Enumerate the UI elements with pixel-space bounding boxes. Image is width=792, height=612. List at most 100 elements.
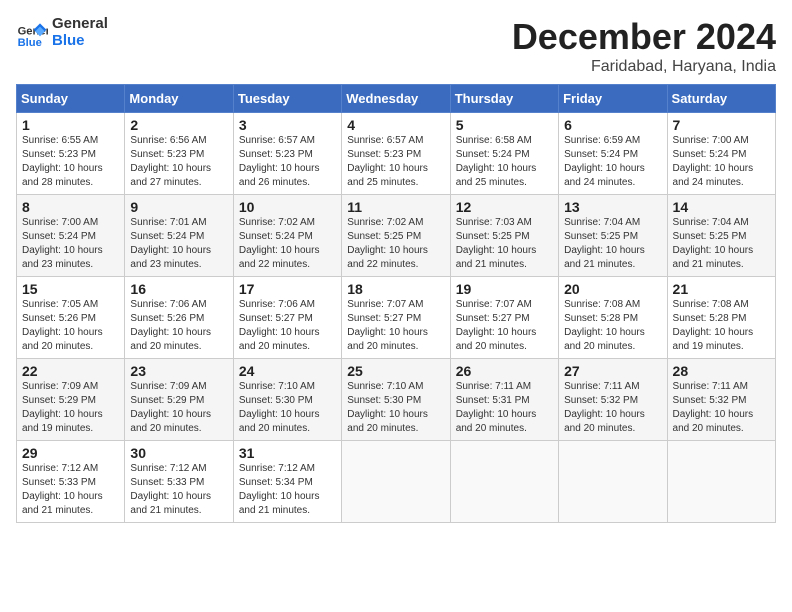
day-number: 29 [22,445,119,461]
day-number: 19 [456,281,553,297]
logo: General Blue General Blue [16,16,108,49]
table-row: 5 Sunrise: 6:58 AM Sunset: 5:24 PM Dayli… [450,113,558,195]
table-row: 24 Sunrise: 7:10 AM Sunset: 5:30 PM Dayl… [233,359,341,441]
table-row: 6 Sunrise: 6:59 AM Sunset: 5:24 PM Dayli… [559,113,667,195]
table-row: 12 Sunrise: 7:03 AM Sunset: 5:25 PM Dayl… [450,195,558,277]
day-number: 20 [564,281,661,297]
table-row [667,441,775,523]
day-info: Sunrise: 7:11 AM Sunset: 5:32 PM Dayligh… [564,380,661,436]
day-info: Sunrise: 7:12 AM Sunset: 5:33 PM Dayligh… [130,462,227,518]
table-row: 19 Sunrise: 7:07 AM Sunset: 5:27 PM Dayl… [450,277,558,359]
day-info: Sunrise: 6:57 AM Sunset: 5:23 PM Dayligh… [239,134,336,190]
day-info: Sunrise: 7:07 AM Sunset: 5:27 PM Dayligh… [347,298,444,354]
header-sunday: Sunday [17,85,125,113]
header-thursday: Thursday [450,85,558,113]
table-row: 30 Sunrise: 7:12 AM Sunset: 5:33 PM Dayl… [125,441,233,523]
day-number: 11 [347,199,444,215]
day-info: Sunrise: 7:10 AM Sunset: 5:30 PM Dayligh… [239,380,336,436]
svg-text:Blue: Blue [18,36,42,48]
table-row [450,441,558,523]
table-row: 29 Sunrise: 7:12 AM Sunset: 5:33 PM Dayl… [17,441,125,523]
day-info: Sunrise: 7:02 AM Sunset: 5:24 PM Dayligh… [239,216,336,272]
day-info: Sunrise: 6:58 AM Sunset: 5:24 PM Dayligh… [456,134,553,190]
table-row: 22 Sunrise: 7:09 AM Sunset: 5:29 PM Dayl… [17,359,125,441]
table-row: 2 Sunrise: 6:56 AM Sunset: 5:23 PM Dayli… [125,113,233,195]
table-row: 7 Sunrise: 7:00 AM Sunset: 5:24 PM Dayli… [667,113,775,195]
day-info: Sunrise: 7:07 AM Sunset: 5:27 PM Dayligh… [456,298,553,354]
day-number: 6 [564,117,661,133]
day-number: 27 [564,363,661,379]
day-number: 12 [456,199,553,215]
day-number: 15 [22,281,119,297]
day-number: 26 [456,363,553,379]
day-info: Sunrise: 6:56 AM Sunset: 5:23 PM Dayligh… [130,134,227,190]
table-row: 18 Sunrise: 7:07 AM Sunset: 5:27 PM Dayl… [342,277,450,359]
header-tuesday: Tuesday [233,85,341,113]
calendar-table: Sunday Monday Tuesday Wednesday Thursday… [16,84,776,523]
day-info: Sunrise: 6:55 AM Sunset: 5:23 PM Dayligh… [22,134,119,190]
table-row: 3 Sunrise: 6:57 AM Sunset: 5:23 PM Dayli… [233,113,341,195]
day-number: 9 [130,199,227,215]
calendar-row: 1 Sunrise: 6:55 AM Sunset: 5:23 PM Dayli… [17,113,776,195]
day-number: 30 [130,445,227,461]
table-row: 10 Sunrise: 7:02 AM Sunset: 5:24 PM Dayl… [233,195,341,277]
calendar-row: 15 Sunrise: 7:05 AM Sunset: 5:26 PM Dayl… [17,277,776,359]
day-number: 7 [673,117,770,133]
table-row [342,441,450,523]
day-info: Sunrise: 7:04 AM Sunset: 5:25 PM Dayligh… [673,216,770,272]
day-number: 3 [239,117,336,133]
day-number: 22 [22,363,119,379]
header: General Blue General Blue December 2024 … [16,16,776,76]
day-number: 10 [239,199,336,215]
day-info: Sunrise: 7:00 AM Sunset: 5:24 PM Dayligh… [673,134,770,190]
location-title: Faridabad, Haryana, India [512,58,776,76]
day-info: Sunrise: 7:12 AM Sunset: 5:34 PM Dayligh… [239,462,336,518]
header-wednesday: Wednesday [342,85,450,113]
day-number: 13 [564,199,661,215]
day-number: 5 [456,117,553,133]
day-number: 4 [347,117,444,133]
day-number: 24 [239,363,336,379]
day-info: Sunrise: 7:12 AM Sunset: 5:33 PM Dayligh… [22,462,119,518]
day-number: 21 [673,281,770,297]
table-row: 1 Sunrise: 6:55 AM Sunset: 5:23 PM Dayli… [17,113,125,195]
table-row: 27 Sunrise: 7:11 AM Sunset: 5:32 PM Dayl… [559,359,667,441]
calendar-row: 8 Sunrise: 7:00 AM Sunset: 5:24 PM Dayli… [17,195,776,277]
table-row: 11 Sunrise: 7:02 AM Sunset: 5:25 PM Dayl… [342,195,450,277]
header-monday: Monday [125,85,233,113]
table-row: 8 Sunrise: 7:00 AM Sunset: 5:24 PM Dayli… [17,195,125,277]
calendar-row: 29 Sunrise: 7:12 AM Sunset: 5:33 PM Dayl… [17,441,776,523]
day-info: Sunrise: 7:04 AM Sunset: 5:25 PM Dayligh… [564,216,661,272]
table-row: 26 Sunrise: 7:11 AM Sunset: 5:31 PM Dayl… [450,359,558,441]
month-title: December 2024 [512,16,776,58]
day-number: 25 [347,363,444,379]
day-info: Sunrise: 7:02 AM Sunset: 5:25 PM Dayligh… [347,216,444,272]
day-number: 28 [673,363,770,379]
day-number: 16 [130,281,227,297]
day-info: Sunrise: 7:00 AM Sunset: 5:24 PM Dayligh… [22,216,119,272]
day-number: 31 [239,445,336,461]
day-number: 2 [130,117,227,133]
table-row: 21 Sunrise: 7:08 AM Sunset: 5:28 PM Dayl… [667,277,775,359]
day-number: 8 [22,199,119,215]
day-info: Sunrise: 7:06 AM Sunset: 5:26 PM Dayligh… [130,298,227,354]
table-row: 31 Sunrise: 7:12 AM Sunset: 5:34 PM Dayl… [233,441,341,523]
day-info: Sunrise: 7:08 AM Sunset: 5:28 PM Dayligh… [673,298,770,354]
header-friday: Friday [559,85,667,113]
day-number: 17 [239,281,336,297]
title-block: December 2024 Faridabad, Haryana, India [512,16,776,76]
day-info: Sunrise: 7:11 AM Sunset: 5:31 PM Dayligh… [456,380,553,436]
header-saturday: Saturday [667,85,775,113]
day-number: 23 [130,363,227,379]
table-row: 25 Sunrise: 7:10 AM Sunset: 5:30 PM Dayl… [342,359,450,441]
day-info: Sunrise: 7:09 AM Sunset: 5:29 PM Dayligh… [130,380,227,436]
table-row: 20 Sunrise: 7:08 AM Sunset: 5:28 PM Dayl… [559,277,667,359]
table-row: 16 Sunrise: 7:06 AM Sunset: 5:26 PM Dayl… [125,277,233,359]
logo-icon: General Blue [16,17,48,49]
day-info: Sunrise: 7:09 AM Sunset: 5:29 PM Dayligh… [22,380,119,436]
day-info: Sunrise: 7:08 AM Sunset: 5:28 PM Dayligh… [564,298,661,354]
table-row [559,441,667,523]
table-row: 9 Sunrise: 7:01 AM Sunset: 5:24 PM Dayli… [125,195,233,277]
day-info: Sunrise: 7:03 AM Sunset: 5:25 PM Dayligh… [456,216,553,272]
day-number: 18 [347,281,444,297]
